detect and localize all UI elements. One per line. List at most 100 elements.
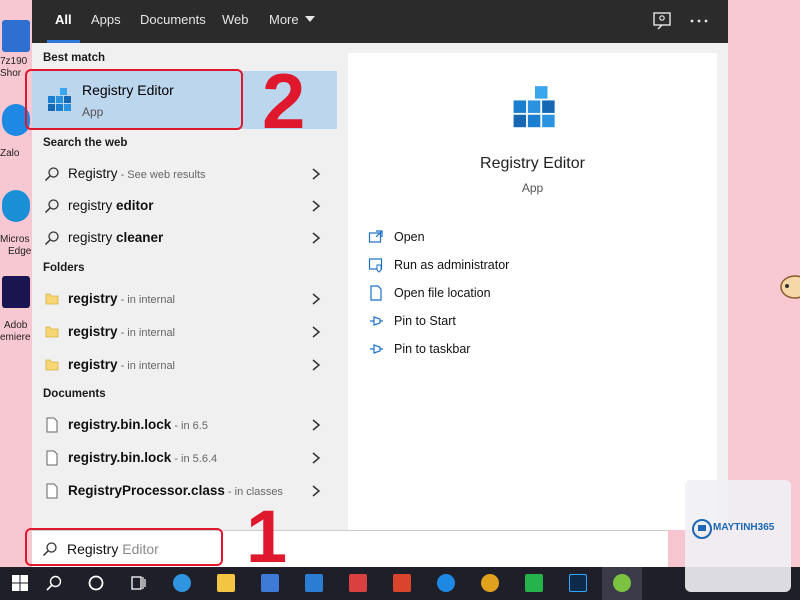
folder-hint: - in internal xyxy=(117,360,176,372)
line-icon xyxy=(525,574,543,592)
folder-hint: - in internal xyxy=(117,294,176,306)
pin-icon xyxy=(370,316,383,326)
taskbar xyxy=(0,567,800,600)
photoshop-icon xyxy=(569,574,587,592)
taskbar-line[interactable] xyxy=(514,567,554,600)
web-result-hint: - See web results xyxy=(117,169,206,181)
task-view-icon xyxy=(131,576,146,590)
section-folders: Folders xyxy=(43,262,85,274)
mail-icon xyxy=(305,574,323,592)
taskbar-edge[interactable] xyxy=(162,567,202,600)
watermark-logo-icon xyxy=(692,519,712,539)
document-result-text: registry.bin.lock - in 6.5 xyxy=(68,417,208,432)
folder-result-text: registry - in internal xyxy=(68,357,175,372)
action-open[interactable]: Open xyxy=(348,223,717,251)
7zip-icon xyxy=(2,20,30,52)
taskbar-search-button[interactable] xyxy=(34,567,74,600)
tab-all[interactable]: All xyxy=(47,0,80,43)
zalo-icon xyxy=(437,574,455,592)
folder-icon xyxy=(45,293,59,305)
chevron-right-icon[interactable] xyxy=(310,358,322,372)
cortana-button[interactable] xyxy=(76,567,116,600)
web-result-row[interactable]: registry cleaner xyxy=(32,222,337,254)
chevron-right-icon[interactable] xyxy=(310,292,322,306)
taskbar-chrome[interactable] xyxy=(470,567,510,600)
document-icon xyxy=(46,417,58,433)
chevron-right-icon[interactable] xyxy=(310,484,322,498)
registry-editor-large-icon xyxy=(513,86,555,128)
open-icon xyxy=(368,230,383,243)
chevron-right-icon[interactable] xyxy=(310,167,322,181)
action-pin-to-start-label: Pin to Start xyxy=(394,314,456,328)
web-result-row[interactable]: Registry - See web results xyxy=(32,158,337,190)
document-hint: - in 6.5 xyxy=(171,420,208,432)
action-pin-to-start[interactable]: Pin to Start xyxy=(348,307,717,335)
folder-name: registry xyxy=(68,324,118,339)
web-result-main: registry xyxy=(68,198,117,213)
document-result-row[interactable]: RegistryProcessor.class - in classes xyxy=(32,475,337,507)
taskbar-gift[interactable] xyxy=(338,567,378,600)
folder-result-text: registry - in internal xyxy=(68,324,175,339)
edge-icon xyxy=(2,190,30,222)
document-icon xyxy=(46,483,58,499)
search-icon xyxy=(44,231,59,246)
gift-icon xyxy=(349,574,367,592)
action-open-file-location[interactable]: Open file location xyxy=(348,279,717,307)
chevron-right-icon[interactable] xyxy=(310,451,322,465)
chevron-down-icon xyxy=(304,16,315,22)
desktop-icon-premiere[interactable]: Adob emiere xyxy=(0,272,34,343)
taskbar-file-explorer[interactable] xyxy=(206,567,246,600)
taskbar-registry-search-active[interactable] xyxy=(602,567,642,600)
action-run-as-admin[interactable]: Run as administrator xyxy=(348,251,717,279)
search-tabs-bar: All Apps Documents Web More xyxy=(32,0,728,43)
desktop-icon-edge[interactable]: Micros Edge xyxy=(0,186,34,257)
web-result-row[interactable]: registry editor xyxy=(32,190,337,222)
shield-icon xyxy=(368,258,383,273)
section-best-match: Best match xyxy=(43,52,105,64)
premiere-icon xyxy=(2,276,30,308)
tab-more[interactable]: More xyxy=(269,0,315,43)
chevron-right-icon[interactable] xyxy=(310,418,322,432)
document-result-row[interactable]: registry.bin.lock - in 6.5 xyxy=(32,409,337,441)
tab-apps[interactable]: Apps xyxy=(91,0,121,43)
web-result-text: Registry - See web results xyxy=(68,166,206,181)
desktop-icon-7zip[interactable]: 7z190 Shor xyxy=(0,16,34,79)
feedback-icon[interactable] xyxy=(651,10,673,32)
action-open-file-location-label: Open file location xyxy=(394,286,491,300)
folder-result-row[interactable]: registry - in internal xyxy=(32,316,337,348)
tab-more-label: More xyxy=(269,12,299,27)
folder-result-row[interactable]: registry - in internal xyxy=(32,283,337,315)
action-open-label: Open xyxy=(394,230,425,244)
taskbar-office[interactable] xyxy=(382,567,422,600)
office-icon xyxy=(393,574,411,592)
taskbar-mail[interactable] xyxy=(294,567,334,600)
section-search-web: Search the web xyxy=(43,137,128,149)
edge-icon xyxy=(173,574,191,592)
action-pin-to-taskbar[interactable]: Pin to taskbar xyxy=(348,335,717,363)
file-location-icon xyxy=(370,285,382,301)
web-result-main: Registry xyxy=(68,166,118,181)
chevron-right-icon[interactable] xyxy=(310,199,322,213)
tab-web[interactable]: Web xyxy=(222,0,249,43)
taskbar-zalo[interactable] xyxy=(426,567,466,600)
folder-name: registry xyxy=(68,357,118,372)
chevron-right-icon[interactable] xyxy=(310,231,322,245)
preview-app-name: Registry Editor xyxy=(480,155,585,172)
annotation-step-2: 2 xyxy=(262,57,306,145)
chevron-right-icon[interactable] xyxy=(310,325,322,339)
web-result-text: registry cleaner xyxy=(68,230,163,245)
tab-documents[interactable]: Documents xyxy=(140,0,206,43)
more-options-icon[interactable] xyxy=(688,10,710,32)
document-hint: - in 5.6.4 xyxy=(171,453,218,465)
web-result-main: registry xyxy=(68,230,117,245)
desktop-icon-label: 7z190 xyxy=(0,56,28,67)
search-icon xyxy=(46,575,62,591)
folder-result-text: registry - in internal xyxy=(68,291,175,306)
folder-result-row[interactable]: registry - in internal xyxy=(32,349,337,381)
pin-icon xyxy=(370,344,383,354)
taskbar-photoshop[interactable] xyxy=(558,567,598,600)
folder-name: registry xyxy=(68,291,118,306)
document-result-row[interactable]: registry.bin.lock - in 5.6.4 xyxy=(32,442,337,474)
document-name: registry.bin.lock xyxy=(68,450,172,465)
task-view-button[interactable] xyxy=(118,567,158,600)
